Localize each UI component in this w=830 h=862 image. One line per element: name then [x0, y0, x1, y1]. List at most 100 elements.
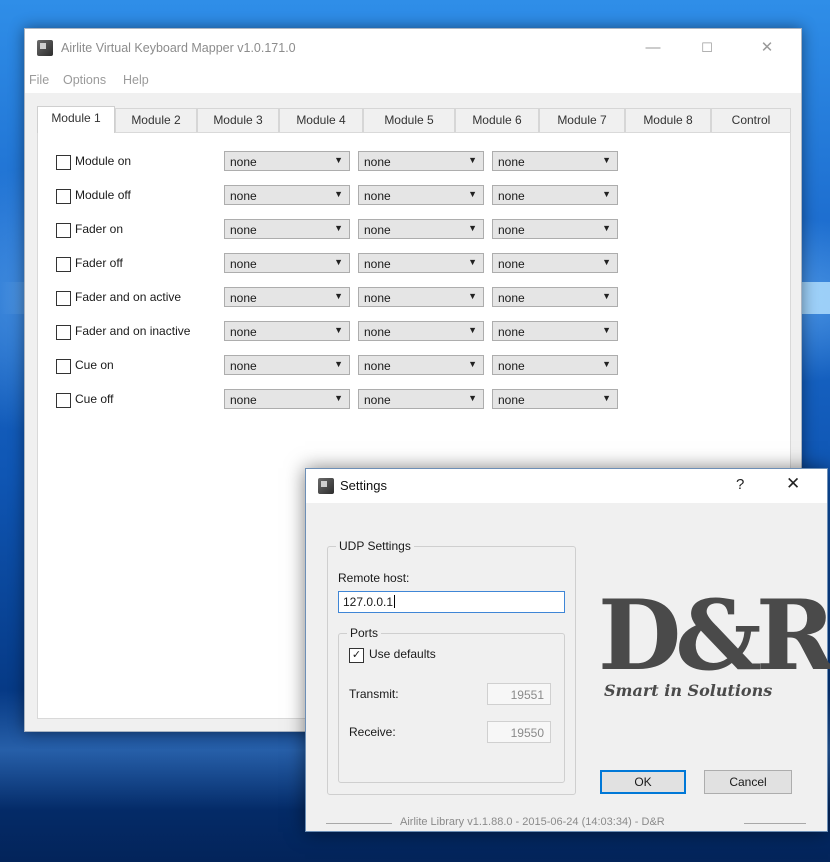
tab-module-7[interactable]: Module 7	[539, 108, 625, 132]
cue-on-checkbox[interactable]	[56, 359, 71, 374]
menu-file[interactable]: File	[29, 73, 49, 87]
module-on-checkbox[interactable]	[56, 155, 71, 170]
chevron-down-icon: ▼	[468, 325, 477, 335]
chevron-down-icon: ▼	[602, 359, 611, 369]
chevron-down-icon: ▼	[468, 359, 477, 369]
help-button[interactable]: ?	[736, 476, 744, 493]
footer-divider-right	[744, 823, 806, 824]
receive-port-input[interactable]: 19550	[487, 721, 551, 743]
udp-settings-group: UDP Settings Remote host: 127.0.0.1 Port…	[327, 539, 576, 795]
ok-button[interactable]: OK	[600, 770, 686, 794]
fader-on-key-3-select[interactable]: none ▼	[492, 219, 618, 239]
module-off-checkbox[interactable]	[56, 189, 71, 204]
cue-on-key-1-select[interactable]: none ▼	[224, 355, 350, 375]
fader-and-on-active-checkbox[interactable]	[56, 291, 71, 306]
ports-title: Ports	[347, 626, 382, 640]
tab-module-6[interactable]: Module 6	[455, 108, 539, 132]
fader-on-checkbox[interactable]	[56, 223, 71, 238]
menu-bar: File Options Help	[25, 69, 801, 93]
fader-on-key-2-select[interactable]: none ▼	[358, 219, 484, 239]
dialog-app-icon	[318, 478, 334, 494]
tab-module-1[interactable]: Module 1	[37, 106, 115, 133]
chevron-down-icon: ▼	[602, 325, 611, 335]
fader-on-key-1-select[interactable]: none ▼	[224, 219, 350, 239]
module-on-key-3-select[interactable]: none ▼	[492, 151, 618, 171]
ports-group: Ports ✓ Use defaults Transmit: 19551 Rec…	[338, 626, 565, 783]
fader-off-key-2-select[interactable]: none ▼	[358, 253, 484, 273]
module-off-key-3-select[interactable]: none ▼	[492, 185, 618, 205]
transmit-label: Transmit:	[349, 687, 399, 701]
cue-on-key-3-select[interactable]: none ▼	[492, 355, 618, 375]
module-off-key-2-select[interactable]: none ▼	[358, 185, 484, 205]
transmit-port-input[interactable]: 19551	[487, 683, 551, 705]
module-off-key-1-select[interactable]: none ▼	[224, 185, 350, 205]
remote-host-input[interactable]: 127.0.0.1	[338, 591, 565, 613]
chevron-down-icon: ▼	[334, 223, 343, 233]
fader-off-checkbox[interactable]	[56, 257, 71, 272]
window-title: Airlite Virtual Keyboard Mapper v1.0.171…	[61, 41, 296, 55]
chevron-down-icon: ▼	[334, 359, 343, 369]
tab-module-3[interactable]: Module 3	[197, 108, 279, 132]
chevron-down-icon: ▼	[602, 291, 611, 301]
chevron-down-icon: ▼	[334, 189, 343, 199]
cue-on-label: Cue on	[75, 358, 114, 372]
module-on-key-2-select[interactable]: none ▼	[358, 151, 484, 171]
fader-and-on-inactive-key-1-select[interactable]: none ▼	[224, 321, 350, 341]
minimize-button[interactable]: —	[633, 35, 673, 61]
dr-logo-mark: D&R	[598, 579, 830, 692]
menu-help[interactable]: Help	[123, 73, 149, 87]
cue-on-key-2-select[interactable]: none ▼	[358, 355, 484, 375]
settings-dialog: Settings ? ✕ UDP Settings Remote host: 1…	[305, 468, 830, 832]
fader-and-on-active-label: Fader and on active	[75, 290, 182, 304]
chevron-down-icon: ▼	[602, 257, 611, 267]
chevron-down-icon: ▼	[602, 393, 611, 403]
cue-off-key-1-select[interactable]: none ▼	[224, 389, 350, 409]
cue-off-checkbox[interactable]	[56, 393, 71, 408]
fader-and-on-inactive-checkbox[interactable]	[56, 325, 71, 340]
library-version-text: Airlite Library v1.1.88.0 - 2015-06-24 (…	[400, 816, 665, 828]
fader-and-on-active-key-1-select[interactable]: none ▼	[224, 287, 350, 307]
tab-module-2[interactable]: Module 2	[115, 108, 197, 132]
maximize-button[interactable]: ☐	[687, 35, 727, 61]
tab-module-5[interactable]: Module 5	[363, 108, 455, 132]
chevron-down-icon: ▼	[602, 155, 611, 165]
chevron-down-icon: ▼	[468, 257, 477, 267]
chevron-down-icon: ▼	[468, 223, 477, 233]
fader-and-on-inactive-label: Fader and on inactive	[75, 324, 191, 338]
close-button[interactable]: ✕	[747, 35, 787, 61]
dialog-close-button[interactable]: ✕	[786, 474, 800, 494]
app-icon	[37, 40, 53, 56]
fader-off-key-3-select[interactable]: none ▼	[492, 253, 618, 273]
dr-logo-tagline: Smart in Solutions	[604, 681, 773, 700]
module-off-label: Module off	[75, 188, 131, 202]
fader-off-label: Fader off	[75, 256, 123, 270]
cue-off-label: Cue off	[75, 392, 114, 406]
chevron-down-icon: ▼	[468, 393, 477, 403]
fader-and-on-inactive-key-2-select[interactable]: none ▼	[358, 321, 484, 341]
chevron-down-icon: ▼	[334, 393, 343, 403]
udp-settings-title: UDP Settings	[336, 539, 414, 553]
cue-off-key-2-select[interactable]: none ▼	[358, 389, 484, 409]
receive-label: Receive:	[349, 725, 396, 739]
chevron-down-icon: ▼	[468, 189, 477, 199]
title-bar[interactable]: Airlite Virtual Keyboard Mapper v1.0.171…	[25, 29, 801, 69]
library-version-footer: Airlite Library v1.1.88.0 - 2015-06-24 (…	[326, 816, 806, 830]
tab-module-4[interactable]: Module 4	[279, 108, 363, 132]
cue-off-key-3-select[interactable]: none ▼	[492, 389, 618, 409]
fader-off-key-1-select[interactable]: none ▼	[224, 253, 350, 273]
fader-and-on-active-key-3-select[interactable]: none ▼	[492, 287, 618, 307]
fader-and-on-inactive-key-3-select[interactable]: none ▼	[492, 321, 618, 341]
cancel-button[interactable]: Cancel	[704, 770, 792, 794]
footer-divider-left	[326, 823, 392, 824]
dialog-title: Settings	[340, 478, 387, 493]
chevron-down-icon: ▼	[334, 155, 343, 165]
module-on-key-1-select[interactable]: none ▼	[224, 151, 350, 171]
tab-module-8[interactable]: Module 8	[625, 108, 711, 132]
tab-control[interactable]: Control	[711, 108, 791, 132]
text-caret	[394, 595, 396, 608]
use-defaults-checkbox[interactable]: ✓	[349, 648, 364, 663]
fader-and-on-active-key-2-select[interactable]: none ▼	[358, 287, 484, 307]
menu-options[interactable]: Options	[63, 73, 106, 87]
chevron-down-icon: ▼	[468, 291, 477, 301]
dialog-title-bar[interactable]: Settings ? ✕	[306, 469, 827, 503]
